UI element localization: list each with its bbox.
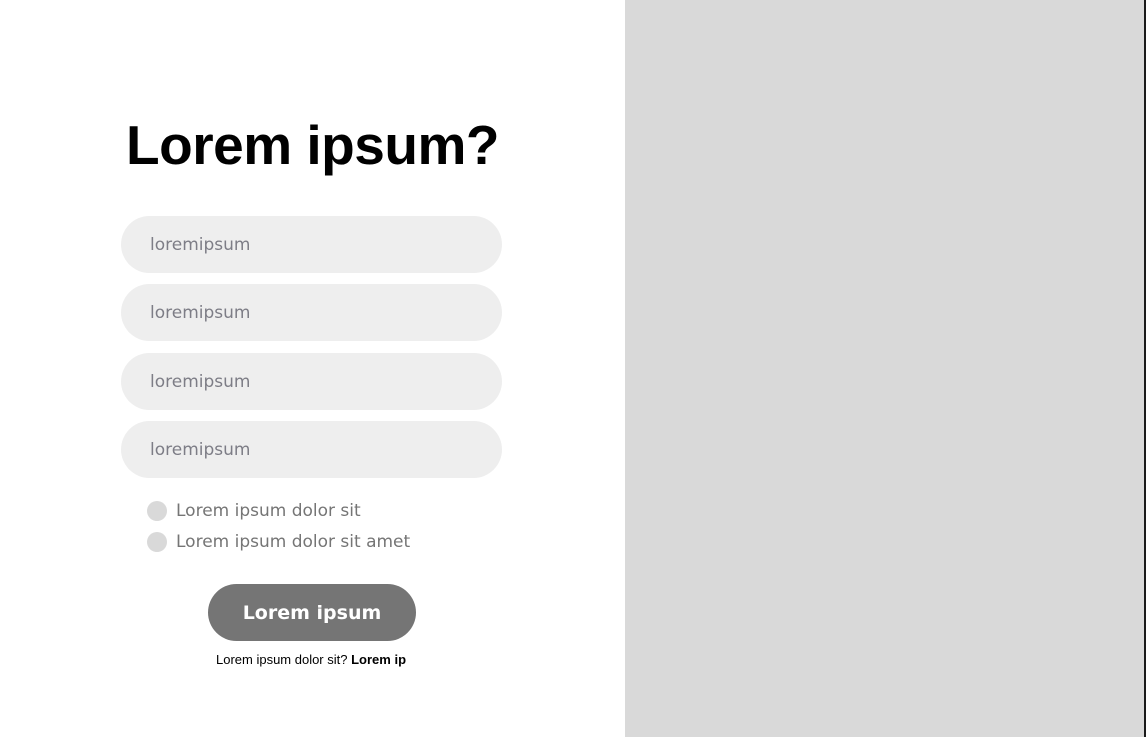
footer-link[interactable]: Lorem ip xyxy=(351,652,406,667)
image-placeholder-panel xyxy=(625,0,1146,737)
form-title: Lorem ipsum? xyxy=(126,114,499,176)
submit-button[interactable]: Lorem ipsum xyxy=(208,584,416,641)
text-field-1[interactable] xyxy=(121,216,502,273)
text-field-3[interactable] xyxy=(121,353,502,410)
footer-text: Lorem ipsum dolor sit? xyxy=(215,652,348,667)
footer-prompt: Lorem ipsum dolor sit? Lorem ip xyxy=(0,652,622,667)
radio-button-1[interactable] xyxy=(147,501,167,521)
radio-button-2[interactable] xyxy=(147,532,167,552)
text-field-4[interactable] xyxy=(121,421,502,478)
option-1-label: Lorem ipsum dolor sit xyxy=(176,501,361,521)
option-2-label: Lorem ipsum dolor sit amet xyxy=(176,532,411,552)
page: Lorem ipsum? Lorem ipsum dolor sit Lorem… xyxy=(0,0,1146,737)
form-panel: Lorem ipsum? Lorem ipsum dolor sit Lorem… xyxy=(0,0,625,737)
option-1[interactable]: Lorem ipsum dolor sit xyxy=(147,500,361,522)
option-2[interactable]: Lorem ipsum dolor sit amet xyxy=(147,531,410,553)
text-field-2[interactable] xyxy=(121,284,502,341)
